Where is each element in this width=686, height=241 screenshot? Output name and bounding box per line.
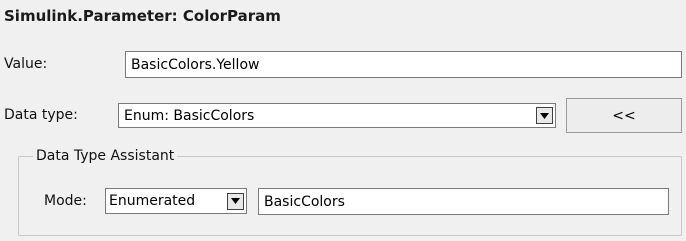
mode-select-value: Enumerated — [109, 193, 196, 209]
chevron-down-icon[interactable] — [536, 107, 553, 124]
mode-label: Mode: — [44, 193, 87, 209]
datatype-label: Data type: — [4, 107, 78, 123]
enum-class-field[interactable]: BasicColors — [258, 188, 669, 215]
value-label: Value: — [4, 56, 48, 72]
datatype-select[interactable]: Enum: BasicColors — [118, 103, 556, 128]
data-type-assistant-toggle-button[interactable]: << — [566, 98, 682, 133]
parameter-dialog: Simulink.Parameter: ColorParam Value: Ba… — [0, 0, 686, 241]
data-type-assistant-legend: Data Type Assistant — [33, 148, 178, 164]
mode-select[interactable]: Enumerated — [105, 188, 247, 214]
dialog-title: Simulink.Parameter: ColorParam — [4, 7, 281, 25]
datatype-select-value: Enum: BasicColors — [124, 107, 255, 124]
chevron-down-icon[interactable] — [227, 192, 244, 210]
value-field[interactable]: BasicColors.Yellow — [125, 51, 682, 78]
